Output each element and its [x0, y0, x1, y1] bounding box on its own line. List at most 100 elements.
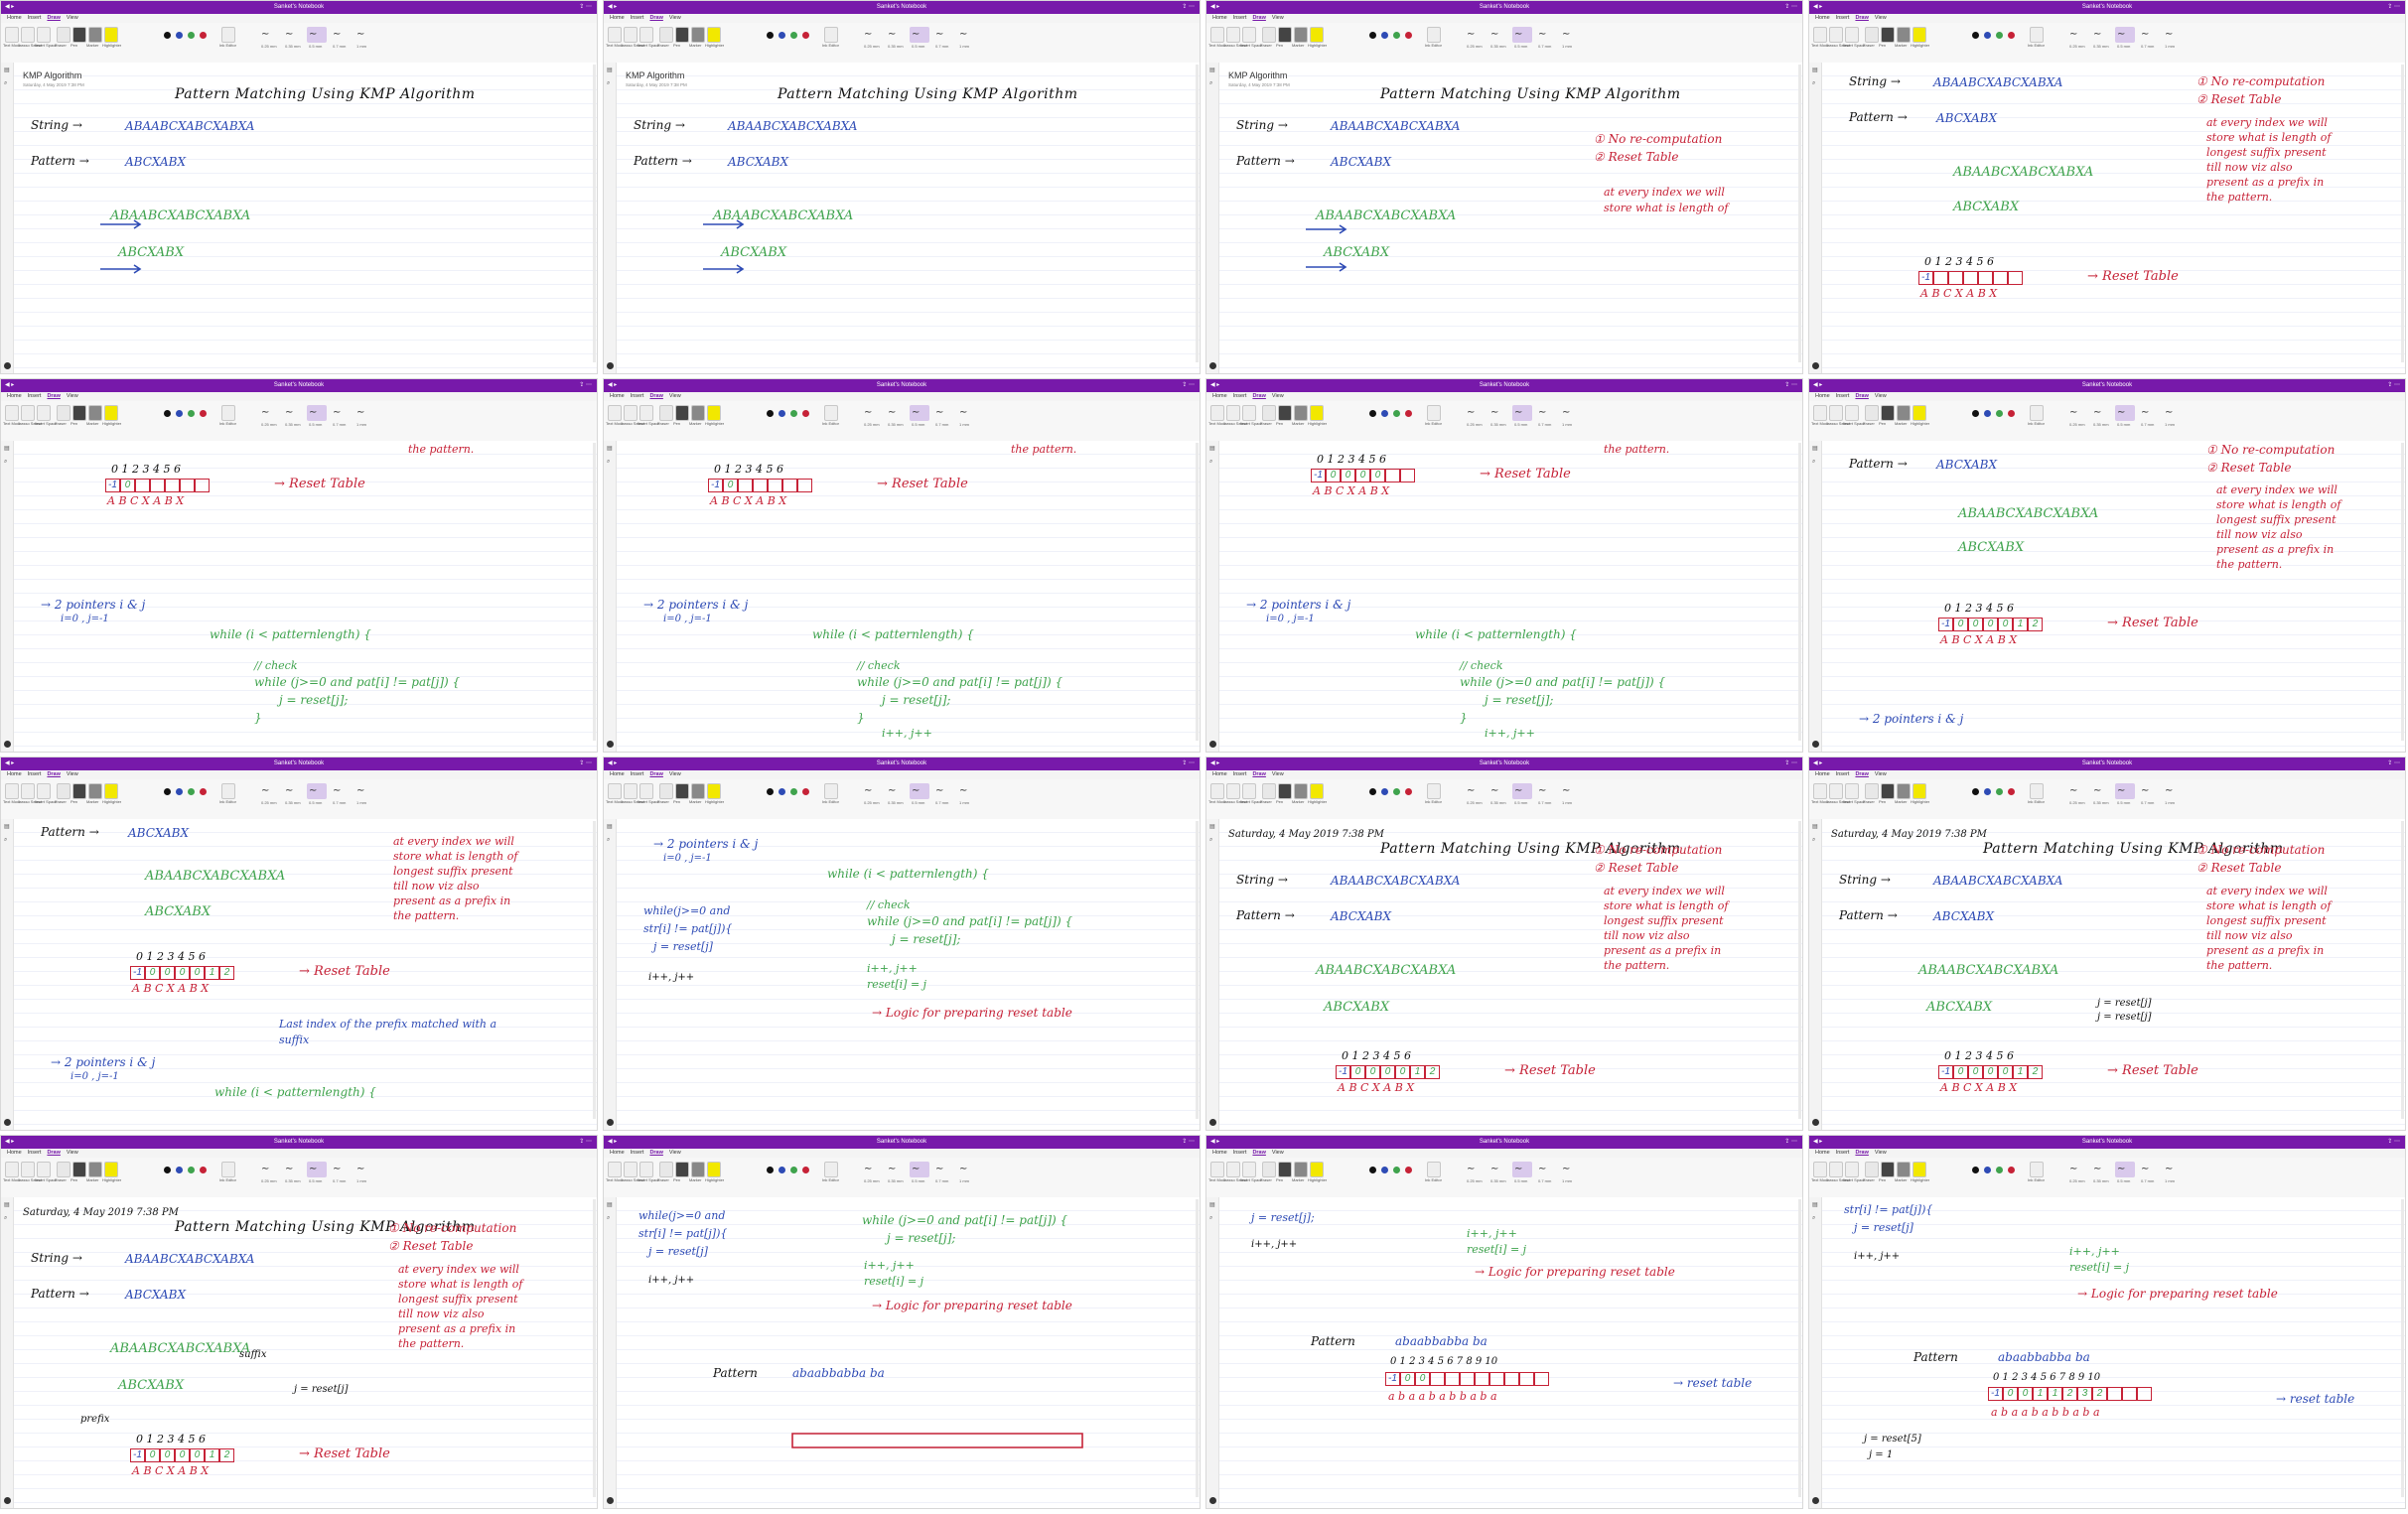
ribbon-button[interactable]: [1813, 783, 1827, 799]
pen-color-swatch[interactable]: [1972, 788, 1979, 795]
pen-color-swatch[interactable]: [1405, 1167, 1412, 1173]
stroke-size-option[interactable]: ∼: [2141, 785, 2149, 796]
menu-tab[interactable]: Home: [1815, 393, 1830, 399]
stroke-size-option[interactable]: ∼: [285, 1164, 293, 1174]
menu-tab[interactable]: Draw: [47, 1150, 60, 1156]
search-icon[interactable]: ⌕: [607, 459, 610, 466]
eraser-tool[interactable]: [659, 405, 673, 421]
scrollbar[interactable]: [1798, 1199, 1801, 1497]
pen-color-swatch[interactable]: [1984, 32, 1991, 39]
stroke-size-option[interactable]: ∼: [2069, 785, 2077, 796]
scrollbar[interactable]: [1798, 821, 1801, 1119]
note-canvas[interactable]: [1219, 819, 1802, 1130]
menu-tab[interactable]: Insert: [1233, 1150, 1247, 1156]
search-icon[interactable]: ⌕: [1209, 837, 1212, 844]
notebooks-icon[interactable]: ▤: [1812, 445, 1818, 452]
pen-color-swatch[interactable]: [164, 1167, 171, 1173]
back-icon[interactable]: ◀ ▸: [1210, 1136, 1219, 1149]
highlighter-tool[interactable]: [1912, 405, 1926, 421]
stroke-size-option[interactable]: ∼: [2069, 1164, 2077, 1174]
menu-tab[interactable]: View: [1875, 15, 1887, 21]
marker-tool[interactable]: [1294, 405, 1308, 421]
pen-color-swatch[interactable]: [2008, 410, 2015, 417]
scrollbar[interactable]: [1196, 443, 1199, 741]
pen-color-swatch[interactable]: [1996, 32, 2003, 39]
ribbon-button[interactable]: [5, 783, 19, 799]
ribbon-button[interactable]: [608, 783, 622, 799]
menu-tab[interactable]: Draw: [1252, 1150, 1265, 1156]
eraser-tool[interactable]: [57, 783, 71, 799]
ribbon-button[interactable]: [1829, 405, 1843, 421]
ribbon-button[interactable]: [624, 405, 637, 421]
back-icon[interactable]: ◀ ▸: [5, 379, 14, 392]
stroke-size-option[interactable]: ∼: [888, 407, 896, 418]
pen-color-swatch[interactable]: [176, 1167, 183, 1173]
ribbon-button[interactable]: [37, 783, 51, 799]
ink-editor-button[interactable]: [824, 405, 838, 421]
stroke-size-option[interactable]: ∼: [959, 785, 967, 796]
menu-tab[interactable]: Insert: [1836, 1150, 1850, 1156]
avatar[interactable]: [607, 741, 614, 748]
menu-tab[interactable]: Insert: [1836, 15, 1850, 21]
stroke-size-option[interactable]: ∼: [1467, 407, 1475, 418]
stroke-size-option[interactable]: ∼: [261, 785, 269, 796]
pen-color-swatch[interactable]: [1381, 788, 1388, 795]
ribbon-button[interactable]: [37, 1162, 51, 1177]
marker-tool[interactable]: [88, 405, 102, 421]
menu-tab[interactable]: Draw: [1252, 771, 1265, 777]
share-icon[interactable]: ⇪ ⋯: [579, 757, 592, 770]
pen-color-swatch[interactable]: [188, 410, 195, 417]
stroke-size-option[interactable]: ∼: [2093, 1164, 2101, 1174]
share-icon[interactable]: ⇪ ⋯: [579, 1136, 592, 1149]
ribbon-button[interactable]: [1845, 405, 1859, 421]
share-icon[interactable]: ⇪ ⋯: [2387, 379, 2400, 392]
notebooks-icon[interactable]: ▤: [607, 823, 613, 830]
ink-editor-button[interactable]: [2030, 1162, 2044, 1177]
ribbon-button[interactable]: [1226, 783, 1240, 799]
scrollbar[interactable]: [2401, 821, 2404, 1119]
ribbon-button[interactable]: [1829, 27, 1843, 43]
pen-tool[interactable]: [1881, 783, 1895, 799]
search-icon[interactable]: ⌕: [4, 1215, 7, 1222]
pen-color-swatch[interactable]: [1984, 410, 1991, 417]
stroke-size-option[interactable]: ∼: [261, 407, 269, 418]
stroke-size-option[interactable]: ∼: [2117, 785, 2125, 796]
share-icon[interactable]: ⇪ ⋯: [579, 379, 592, 392]
ribbon-button[interactable]: [1226, 405, 1240, 421]
ink-editor-button[interactable]: [2030, 405, 2044, 421]
pen-color-swatch[interactable]: [1984, 788, 1991, 795]
stroke-size-option[interactable]: ∼: [2165, 1164, 2173, 1174]
highlighter-tool[interactable]: [1310, 405, 1324, 421]
eraser-tool[interactable]: [57, 405, 71, 421]
menu-tab[interactable]: View: [669, 393, 681, 399]
scrollbar[interactable]: [1196, 1199, 1199, 1497]
marker-tool[interactable]: [1897, 1162, 1911, 1177]
ink-editor-button[interactable]: [1427, 1162, 1441, 1177]
pen-color-swatch[interactable]: [1996, 1167, 2003, 1173]
ribbon-button[interactable]: [1242, 1162, 1256, 1177]
stroke-size-option[interactable]: ∼: [2141, 29, 2149, 40]
pen-color-swatch[interactable]: [1381, 1167, 1388, 1173]
ribbon-button[interactable]: [608, 405, 622, 421]
search-icon[interactable]: ⌕: [1209, 459, 1212, 466]
pen-color-swatch[interactable]: [1369, 788, 1376, 795]
search-icon[interactable]: ⌕: [4, 837, 7, 844]
stroke-size-option[interactable]: ∼: [356, 407, 364, 418]
notebooks-icon[interactable]: ▤: [1812, 1201, 1818, 1208]
ribbon-button[interactable]: [21, 405, 35, 421]
search-icon[interactable]: ⌕: [1812, 837, 1815, 844]
pen-color-swatch[interactable]: [2008, 788, 2015, 795]
pen-color-swatch[interactable]: [1972, 32, 1979, 39]
pen-color-swatch[interactable]: [1972, 1167, 1979, 1173]
stroke-size-option[interactable]: ∼: [309, 407, 317, 418]
avatar[interactable]: [1209, 1497, 1216, 1504]
highlighter-tool[interactable]: [1912, 783, 1926, 799]
highlighter-tool[interactable]: [1912, 27, 1926, 43]
menu-tab[interactable]: Home: [7, 771, 22, 777]
avatar[interactable]: [1812, 1497, 1819, 1504]
scrollbar[interactable]: [2401, 1199, 2404, 1497]
pen-color-swatch[interactable]: [1996, 410, 2003, 417]
stroke-size-option[interactable]: ∼: [2093, 785, 2101, 796]
ribbon-button[interactable]: [1210, 405, 1224, 421]
stroke-size-option[interactable]: ∼: [1467, 1164, 1475, 1174]
